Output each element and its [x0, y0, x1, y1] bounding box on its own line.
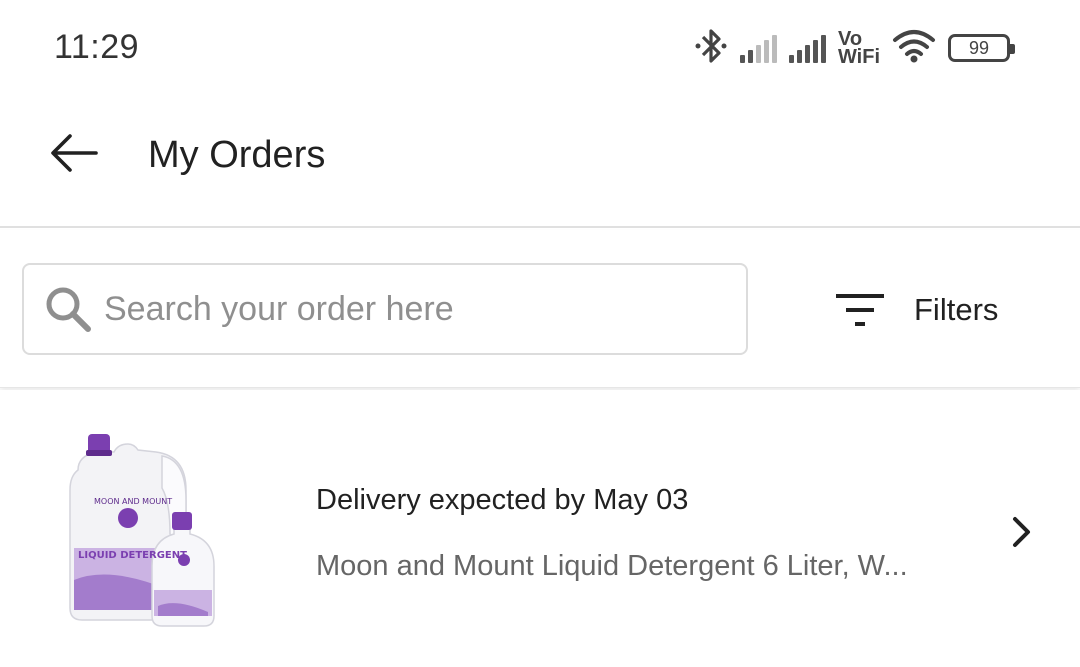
- status-bar: 11:29 Vo WiFi 99: [0, 0, 1080, 96]
- filters-button[interactable]: Filters: [830, 275, 1040, 345]
- signal-icon: [739, 33, 777, 63]
- filter-icon: [830, 290, 890, 330]
- status-icons: Vo WiFi 99: [694, 26, 1015, 71]
- product-image-brand: MOON AND MOUNT: [94, 497, 172, 506]
- back-button[interactable]: [40, 126, 108, 184]
- search-icon: [42, 283, 94, 335]
- battery-icon: 99: [948, 34, 1015, 62]
- vowifi-icon: Vo WiFi: [837, 29, 880, 68]
- order-status: Delivery expected by May 03: [316, 484, 689, 516]
- wifi-icon: [892, 28, 936, 69]
- battery-level: 99: [968, 37, 990, 58]
- bluetooth-icon: [694, 26, 728, 71]
- vowifi-bottom: WiFi: [837, 46, 880, 68]
- filters-label: Filters: [914, 292, 999, 327]
- chevron-right-icon: [1004, 512, 1040, 552]
- arrow-left-icon: [48, 132, 100, 179]
- product-image-label: LIQUID DETERGENT: [78, 550, 187, 561]
- order-product-title: Moon and Mount Liquid Detergent 6 Liter,…: [316, 550, 908, 582]
- app-bar: My Orders: [0, 96, 1080, 228]
- search-placeholder: Search your order here: [104, 289, 454, 328]
- page-title: My Orders: [148, 134, 326, 176]
- search-bar-section: Search your order here Filters: [0, 230, 1080, 388]
- signal-icon: [788, 33, 826, 63]
- status-time: 11:29: [54, 28, 140, 66]
- order-list-item[interactable]: MOON AND MOUNT LIQUID DETERGENT Delivery…: [0, 390, 1080, 667]
- search-input[interactable]: Search your order here: [22, 263, 748, 355]
- product-image: MOON AND MOUNT LIQUID DETERGENT: [58, 430, 238, 630]
